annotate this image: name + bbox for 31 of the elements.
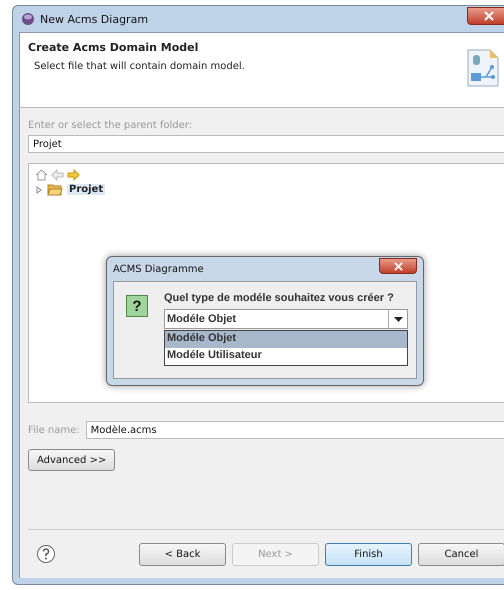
- close-button[interactable]: [379, 258, 417, 274]
- wizard-button[interactable]: Cancel: [418, 542, 504, 566]
- model-type-dropdown[interactable]: Modéle Objet: [164, 309, 408, 329]
- folder-field[interactable]: Projet: [28, 135, 504, 153]
- diagram-file-icon: [466, 49, 500, 87]
- dropdown-option[interactable]: Modéle Objet: [165, 331, 407, 348]
- tree-item[interactable]: Projet: [67, 184, 106, 195]
- page-description: Select file that will contain domain model.: [33, 61, 246, 72]
- close-icon: [484, 11, 494, 21]
- help-icon[interactable]: [36, 544, 56, 564]
- close-button[interactable]: [467, 7, 504, 25]
- file-name-field[interactable]: Modèle.acms: [86, 421, 504, 439]
- page-title: Create Acms Domain Model: [28, 41, 200, 54]
- caret-icon: [394, 316, 402, 322]
- close-icon: [394, 262, 402, 270]
- home-icon[interactable]: [35, 169, 48, 181]
- question-text: Quel type de modéle souhaitez vous créer ?: [164, 292, 395, 304]
- window-title: New Acms Diagram: [40, 12, 148, 26]
- folder-label: Enter or select the parent folder:: [28, 120, 194, 131]
- expand-arrow-icon[interactable]: [35, 186, 43, 194]
- app-icon: [21, 12, 35, 26]
- wizard-button[interactable]: Finish: [325, 542, 412, 566]
- wizard-button[interactable]: < Back: [139, 542, 226, 566]
- question-icon: ?: [126, 295, 148, 317]
- dialog-title: ACMS Diagramme: [113, 264, 204, 274]
- forward-arrow-icon[interactable]: [67, 169, 80, 181]
- file-name-label: File name:: [28, 424, 80, 436]
- dropdown-option[interactable]: Modéle Utilisateur: [165, 348, 407, 365]
- folder-icon: [47, 183, 63, 196]
- advanced-button[interactable]: Advanced >>: [28, 449, 116, 471]
- back-arrow-icon[interactable]: [51, 169, 64, 181]
